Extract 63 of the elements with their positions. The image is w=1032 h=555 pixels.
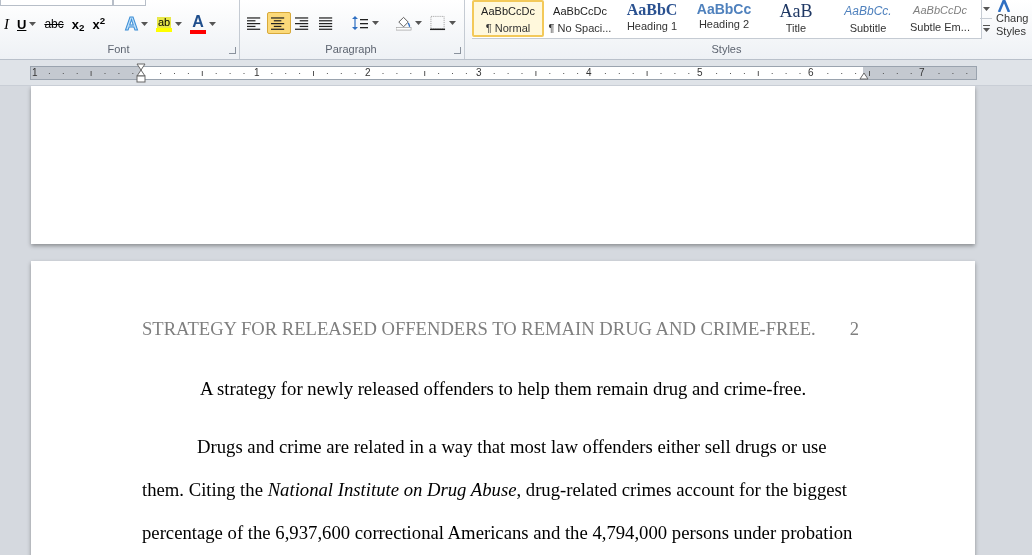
document-title: A strategy for newly released offenders to help them remain drug and crime-free. (198, 376, 808, 401)
style-preview: AaBbCc (696, 2, 752, 16)
ruler-number: 2 (365, 67, 371, 79)
border-icon (430, 15, 446, 31)
ruler[interactable]: 1 1 2 3 4 5 6 7 (30, 66, 977, 80)
style-gallery-item[interactable]: AaBbCc. Subtitle (832, 0, 904, 37)
style-preview: AaB (779, 2, 813, 20)
caret-icon (415, 21, 422, 25)
style-name: ¶ Normal (485, 20, 531, 35)
caret-icon (449, 21, 456, 25)
line-spacing-icon (352, 15, 369, 31)
indent-marker-icon[interactable] (136, 63, 146, 83)
style-gallery-item[interactable]: AaBbCcDc ¶ No Spaci... (544, 0, 616, 37)
ruler-number: 1 (32, 67, 38, 79)
style-preview: AaBbCcDc (913, 3, 967, 18)
caret-icon (982, 7, 990, 11)
highlight-button[interactable]: ab (154, 13, 185, 35)
dialog-launcher-icon[interactable] (229, 47, 236, 54)
style-name: ¶ No Spaci... (548, 20, 612, 35)
style-preview: AaBbCc. (844, 3, 892, 20)
ruler-number: 4 (586, 67, 592, 79)
ruler-number: 6 (808, 67, 814, 79)
style-name: Subtitle (849, 21, 887, 35)
justify-icon (319, 15, 335, 31)
italic-button[interactable]: I (2, 13, 11, 35)
right-indent-icon[interactable] (859, 73, 869, 80)
ruler-number: 7 (919, 67, 925, 79)
underline-button[interactable]: U (15, 13, 39, 35)
dialog-launcher-icon[interactable] (454, 47, 461, 54)
page-number: 2 (849, 317, 859, 341)
superscript-button[interactable]: x$^{2}$ (90, 13, 108, 35)
subscript-button[interactable]: x$_{2}$ (69, 13, 87, 35)
style-name: Subtle Em... (910, 19, 970, 35)
style-gallery-item[interactable]: AaBbC Heading 1 (616, 0, 688, 37)
style-name: Heading 2 (698, 17, 750, 32)
align-right-icon (295, 15, 311, 31)
group-label: Styles (710, 41, 743, 57)
group-label: Paragraph (324, 41, 378, 57)
body-paragraph: Drugs and crime are related in a way that most law offenders either sell drugs or use them. Citing the National Institute on Drug Abuse, drug-related crimes account for the biggest percentage of the 6,937,600 correctional Americans and the 4,794,000 persons under probation (142, 434, 854, 545)
style-preview: AaBbC (626, 2, 678, 18)
style-gallery-item[interactable]: AaB Title (760, 0, 832, 37)
style-gallery-item[interactable]: AaBbCc Heading 2 (688, 0, 760, 37)
fontcolor-button[interactable]: A (188, 13, 219, 35)
style-name: Title (785, 21, 807, 35)
align-left-icon (247, 15, 263, 31)
page-header: STRATEGY FOR RELEASED OFFENDERS TO REMAIN DRUG AND CRIME-FREE. (142, 317, 816, 341)
style-name: Heading 1 (626, 19, 678, 34)
caret-icon (372, 21, 379, 25)
style-gallery-item[interactable]: AaBbCcDc Subtle Em... (904, 0, 976, 37)
align-center-icon (271, 15, 287, 31)
ruler-number: 1 (254, 67, 260, 79)
style-gallery-item[interactable]: AaBbCcDc ¶ Normal (472, 0, 544, 37)
style-preview: AaBbCcDc (553, 4, 607, 19)
ruler-number: 5 (697, 67, 703, 79)
group-label: Font (106, 41, 131, 57)
expand-icon (982, 25, 990, 32)
strike-button[interactable]: abc (42, 13, 66, 35)
paint-bucket-icon (396, 15, 412, 31)
style-preview: AaBbCcDc (481, 4, 535, 19)
change-styles-button[interactable]: Chang Styles (990, 0, 1032, 59)
align-center-button[interactable] (267, 12, 291, 34)
ruler-number: 3 (476, 67, 482, 79)
letter-a-icon (996, 0, 1012, 12)
